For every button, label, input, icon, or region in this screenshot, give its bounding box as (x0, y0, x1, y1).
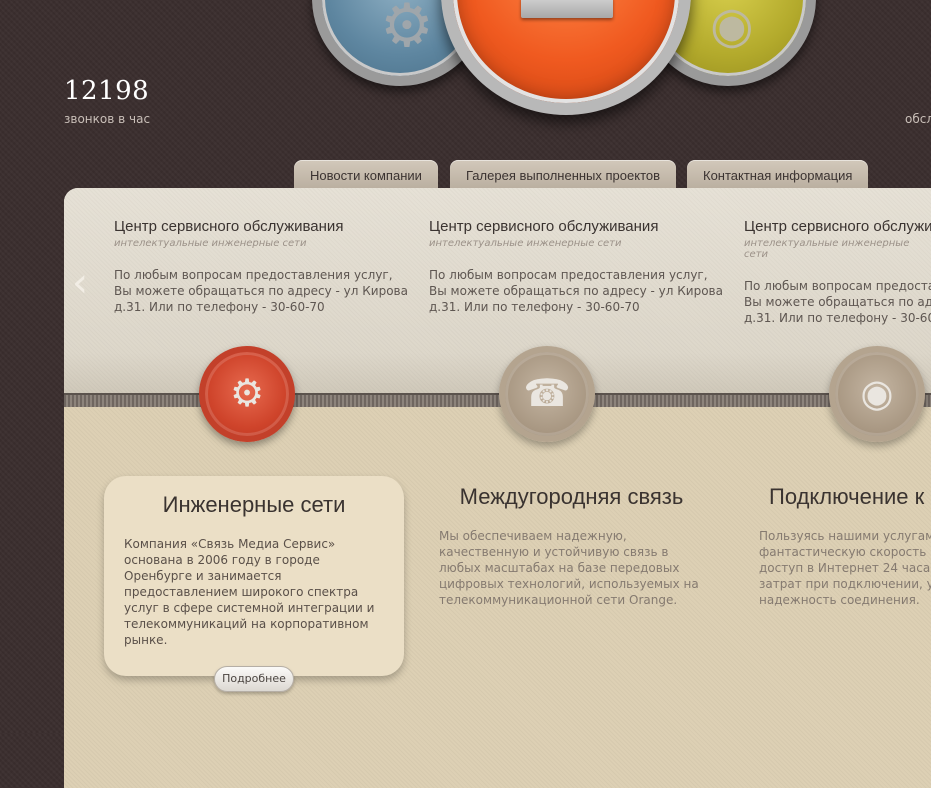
phone-icon: ☎ (523, 371, 571, 415)
news-subtitle: интелектуальные инженерные сети (114, 238, 307, 249)
internet-icon: ◉ (860, 371, 894, 415)
service-text: Мы обеспечиваем надежную, качественную и… (439, 529, 699, 607)
calls-caption: звонков в час (64, 112, 151, 126)
service-internet-button[interactable]: ◉ (829, 346, 925, 442)
news-text: По любым вопросам предоставления услуг, … (429, 268, 723, 314)
news-subtitle: интелектуальные инженерные сети (429, 238, 622, 249)
service-gear-button[interactable]: ⚙ (199, 346, 295, 442)
top-phone-icon[interactable] (441, 0, 691, 115)
tab-company-news[interactable]: Новости компании (294, 160, 438, 190)
right-stat-caption: обсл (905, 112, 931, 126)
more-button[interactable]: Подробнее (214, 666, 294, 692)
gear-icon: ⚙ (380, 0, 434, 61)
news-subtitle: интелектуальные инженерные сети (744, 238, 910, 260)
service-card-internet: Подключение к Ин Пользуясь нашими услуга… (759, 484, 931, 608)
slider-prev-arrow-icon[interactable]: ‹ (72, 263, 88, 303)
news-text: По любым вопросам предоставления услуг, … (114, 268, 408, 314)
tab-contact-info[interactable]: Контактная информация (687, 160, 869, 190)
news-title[interactable]: Центр сервисного обслужива (744, 218, 931, 235)
news-text: По любым вопросам предоставления услуг, … (744, 279, 931, 325)
tab-projects-gallery[interactable]: Галерея выполненных проектов (450, 160, 677, 190)
service-text: Компания «Связь Медиа Сервис» основана в… (124, 537, 375, 647)
news-title[interactable]: Центр сервисного обслуживания (429, 218, 729, 235)
internet-icon: ◉ (710, 0, 754, 54)
news-item: Центр сервисного обслуживания интелектуа… (429, 218, 729, 315)
main-panel: ‹ Центр сервисного обслуживания интелект… (64, 188, 931, 788)
service-title: Инженерные сети (162, 492, 346, 517)
phone-icon (521, 0, 613, 18)
calls-count: 12198 (64, 76, 150, 106)
news-item: Центр сервисного обслужива интелектуальн… (744, 218, 931, 326)
news-item: Центр сервисного обслуживания интелектуа… (114, 218, 414, 315)
news-title[interactable]: Центр сервисного обслуживания (114, 218, 414, 235)
service-card-long-distance: Междугородняя связь Мы обеспечиваем наде… (439, 484, 704, 608)
gear-icon: ⚙ (229, 371, 265, 415)
service-title: Подключение к Ин (769, 484, 931, 509)
service-phone-button[interactable]: ☎ (499, 346, 595, 442)
service-card-engineering: Инженерные сети Компания «Связь Медиа Се… (104, 476, 404, 692)
service-text: Пользуясь нашими услугами В фантастическ… (759, 529, 931, 607)
service-title: Междугородняя связь (459, 484, 684, 509)
